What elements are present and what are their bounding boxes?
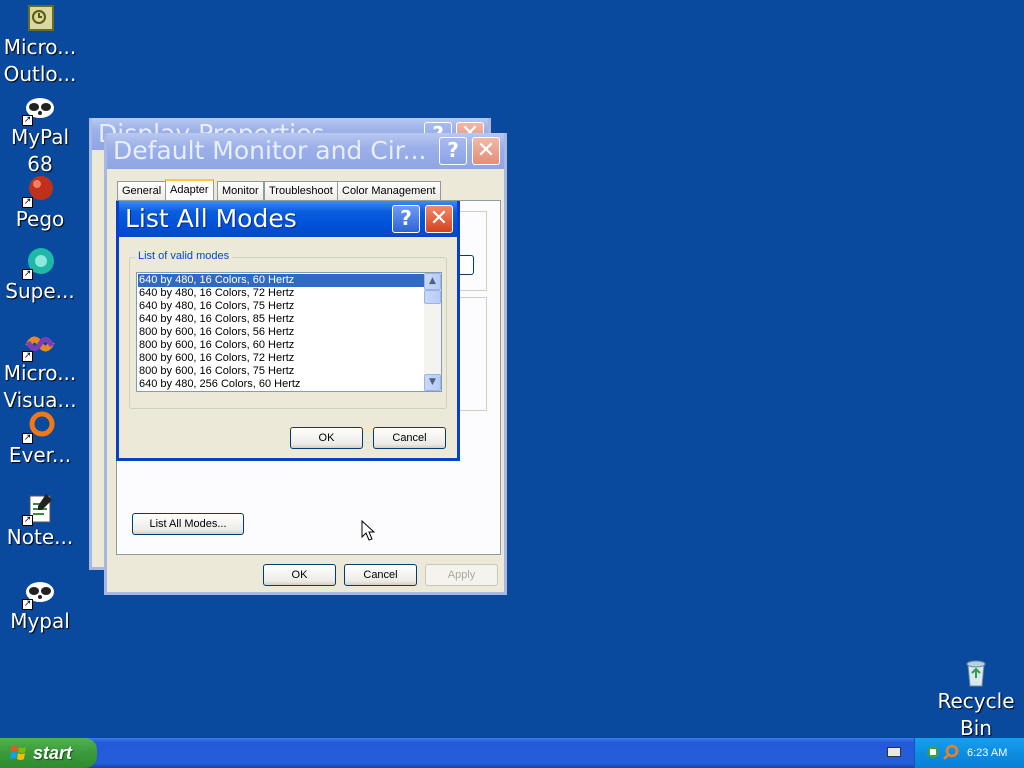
desktop-icon-outlook[interactable]: Micro... Outlo... <box>0 2 80 88</box>
apply-button[interactable]: Apply <box>425 564 498 586</box>
keyboard-icon[interactable] <box>887 747 901 757</box>
tab-monitor[interactable]: Monitor <box>217 181 264 200</box>
modes-scrollbar[interactable]: ▲ ▼ <box>424 273 441 391</box>
desktop-icon-label: Recycle Bin <box>937 689 1015 740</box>
window-title: List All Modes <box>125 204 297 233</box>
scroll-up-icon[interactable]: ▲ <box>424 273 441 290</box>
mode-list-item[interactable]: 640 by 480, 256 Colors, 60 Hertz <box>138 378 424 391</box>
desktop-icon-label: Pego <box>15 207 65 231</box>
desktop-icon-notepad[interactable]: ↗ Note... <box>0 492 80 551</box>
mode-list-item[interactable]: 800 by 600, 16 Colors, 56 Hertz <box>138 326 424 339</box>
desktop-icon-mypal[interactable]: ↗ Mypal <box>0 576 80 635</box>
desktop-icon-pego[interactable]: ↗ Pego <box>0 174 80 233</box>
scroll-down-icon[interactable]: ▼ <box>424 374 441 391</box>
tab-adapter[interactable]: Adapter <box>165 179 214 201</box>
cancel-button[interactable]: Cancel <box>344 564 417 586</box>
desktop-icon-recycle-bin[interactable]: Recycle Bin <box>934 656 1018 742</box>
system-tray: 6:23 AM <box>914 738 1024 768</box>
start-label: start <box>33 743 73 763</box>
network-icon[interactable] <box>925 744 941 760</box>
desktop-icon-everything[interactable]: ↗ Ever... <box>0 410 80 469</box>
desktop-icon-label: Micro... Outlo... <box>3 35 77 86</box>
desktop-icon-label: Ever... <box>8 443 72 467</box>
list-all-modes-button[interactable]: List All Modes... <box>132 513 244 535</box>
pego-icon: ↗ <box>22 174 56 208</box>
tab-general[interactable]: General <box>117 181 167 200</box>
desktop-icon-label: Micro... Visua... <box>3 361 77 412</box>
mode-list-item[interactable]: 800 by 600, 16 Colors, 75 Hertz <box>138 365 424 378</box>
help-button[interactable]: ? <box>439 137 467 165</box>
tab-troubleshoot[interactable]: Troubleshoot <box>264 181 338 200</box>
scroll-thumb[interactable] <box>424 290 441 304</box>
desktop-icon-label: Supe... <box>5 279 75 303</box>
mypal-icon: ↗ <box>22 92 56 126</box>
desktop-icon-mypal68[interactable]: ↗ MyPal 68 <box>0 92 80 178</box>
mode-list-item[interactable]: 640 by 480, 16 Colors, 85 Hertz <box>138 313 424 326</box>
mode-list-item[interactable]: 800 by 600, 16 Colors, 72 Hertz <box>138 352 424 365</box>
properties-button-edge[interactable] <box>460 255 474 275</box>
valid-modes-group-label: List of valid modes <box>135 250 233 262</box>
search-icon[interactable] <box>943 744 959 760</box>
outlook-icon <box>24 2 56 34</box>
close-button[interactable]: ✕ <box>425 205 453 233</box>
mode-list-item[interactable]: 800 by 600, 16 Colors, 60 Hertz <box>138 339 424 352</box>
group-box <box>457 211 487 291</box>
group-box <box>457 297 487 411</box>
desktop-icon-supermium[interactable]: ↗ Supe... <box>0 246 80 305</box>
everything-icon: ↗ <box>22 410 56 444</box>
desktop-icon-label: Mypal <box>10 609 70 633</box>
start-button[interactable]: start <box>0 738 97 768</box>
mouse-cursor-icon <box>361 520 375 541</box>
modes-listbox[interactable]: 640 by 480, 16 Colors, 60 Hertz 640 by 48… <box>136 272 442 392</box>
mode-list-item[interactable]: 640 by 480, 16 Colors, 75 Hertz <box>138 300 424 313</box>
supermium-icon: ↗ <box>22 246 56 280</box>
mypal-icon: ↗ <box>22 576 56 610</box>
ok-button[interactable]: OK <box>290 427 363 449</box>
list-all-modes-window: List All Modes ? ✕ List of valid modes 6… <box>116 201 460 461</box>
tab-color-management[interactable]: Color Management <box>337 181 441 200</box>
visual-studio-icon: ↗ <box>22 328 56 362</box>
mode-list-item[interactable]: 640 by 480, 16 Colors, 60 Hertz <box>138 274 424 287</box>
taskbar: start 6:23 AM <box>0 738 1024 768</box>
clock[interactable]: 6:23 AM <box>967 738 1007 768</box>
close-button[interactable]: ✕ <box>472 137 500 165</box>
help-button[interactable]: ? <box>392 205 420 233</box>
desktop-icon-label: Note... <box>6 525 74 549</box>
notepad-icon: ↗ <box>22 492 56 526</box>
windows-flag-icon <box>10 746 26 760</box>
desktop-icon-visual-studio[interactable]: ↗ Micro... Visua... <box>0 328 80 414</box>
ok-button[interactable]: OK <box>263 564 336 586</box>
recycle-bin-icon <box>960 656 992 688</box>
window-title: Default Monitor and Cir... <box>113 136 427 165</box>
cancel-button[interactable]: Cancel <box>373 427 446 449</box>
desktop-icon-label: MyPal 68 <box>10 125 70 176</box>
mode-list-item[interactable]: 640 by 480, 16 Colors, 72 Hertz <box>138 287 424 300</box>
modes-list: 640 by 480, 16 Colors, 60 Hertz 640 by 48… <box>138 274 424 391</box>
